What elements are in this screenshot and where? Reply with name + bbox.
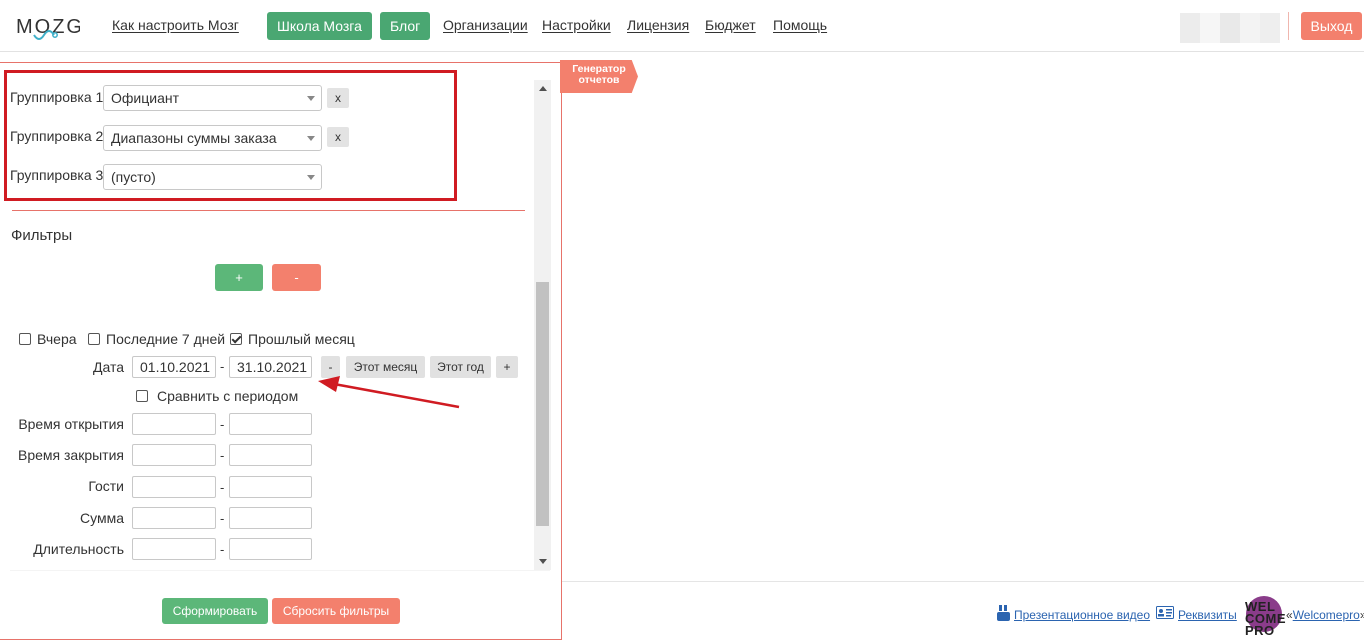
partner-credit: «Welcomepro» [1286, 608, 1364, 622]
section-divider [12, 210, 525, 211]
last-month-label: Прошлый месяц [248, 331, 355, 347]
groupings-highlight-box [4, 70, 457, 201]
sum-to-input[interactable] [229, 507, 312, 529]
youtube-icon [997, 605, 1010, 621]
sum-label: Сумма [80, 510, 124, 526]
top-header: MOZG Как настроить Мозг Школа Мозга Блог… [0, 0, 1364, 52]
open-time-to-input[interactable] [229, 413, 312, 435]
close-time-to-input[interactable] [229, 444, 312, 466]
guests-label: Гости [88, 478, 124, 494]
range-separator: - [220, 542, 225, 557]
partner-suffix: » [1360, 608, 1364, 622]
id-card-icon [1156, 606, 1174, 619]
date-separator: - [220, 359, 225, 374]
report-generator-tab[interactable]: Генератор отчетов [560, 60, 638, 93]
nav-link-budget[interactable]: Бюджет [705, 17, 756, 33]
last-month-checkbox[interactable] [230, 333, 242, 345]
open-time-label: Время открытия [18, 416, 124, 432]
range-separator: - [220, 511, 225, 526]
date-label: Дата [92, 359, 124, 375]
logo-text: MOZG [16, 16, 80, 38]
nav-link-settings[interactable]: Настройки [542, 17, 611, 33]
last-7-days-label: Последние 7 дней [106, 331, 226, 347]
annotation-arrow-icon [318, 376, 460, 409]
open-time-from-input[interactable] [132, 413, 216, 435]
welcomepro-link[interactable]: Welcomepro [1293, 608, 1360, 622]
nav-button-blog[interactable]: Блог [380, 12, 431, 40]
footer-divider [562, 581, 1364, 582]
filters-title: Фильтры [11, 227, 73, 244]
mozg-logo[interactable]: MOZG [14, 8, 80, 44]
date-plus-button[interactable]: + [496, 356, 518, 378]
yesterday-label: Вчера [37, 331, 77, 347]
panel-scroll-bottom [10, 570, 550, 571]
range-separator: - [220, 417, 225, 432]
date-to-input[interactable]: 31.10.2021 [229, 356, 312, 378]
last-7-days-checkbox[interactable] [88, 333, 100, 345]
user-name-blurred [1180, 13, 1280, 43]
remove-filter-button[interactable]: - [272, 264, 321, 291]
range-separator: - [220, 480, 225, 495]
compare-period-label: Сравнить с периодом [157, 388, 299, 404]
logout-button[interactable]: Выход [1301, 12, 1362, 40]
presentation-video-link[interactable]: Презентационное видео [1014, 608, 1150, 622]
duration-label: Длительность [33, 541, 124, 557]
guests-from-input[interactable] [132, 476, 216, 498]
close-time-label: Время закрытия [18, 447, 124, 463]
header-divider [1288, 12, 1289, 40]
tab-label-line2: отчетов [578, 74, 620, 86]
reset-filters-button[interactable]: Сбросить фильтры [272, 598, 400, 624]
welcomepro-logo-text: WEL COME PRO [1245, 600, 1286, 638]
generate-report-button[interactable]: Сформировать [162, 598, 268, 624]
yesterday-checkbox[interactable] [19, 333, 31, 345]
nav-link-help[interactable]: Помощь [773, 17, 827, 33]
date-from-input[interactable]: 01.10.2021 [132, 356, 216, 378]
duration-to-input[interactable] [229, 538, 312, 560]
scroll-down-icon[interactable] [539, 559, 547, 564]
partner-prefix: « [1286, 608, 1293, 622]
scroll-up-icon[interactable] [539, 86, 547, 91]
nav-button-school[interactable]: Школа Мозга [267, 12, 372, 40]
sum-from-input[interactable] [132, 507, 216, 529]
duration-from-input[interactable] [132, 538, 216, 560]
compare-period-checkbox[interactable] [136, 390, 148, 402]
requisites-link[interactable]: Реквизиты [1178, 608, 1237, 622]
nav-link-setup[interactable]: Как настроить Мозг [112, 17, 239, 33]
nav-link-license[interactable]: Лицензия [627, 17, 689, 33]
close-time-from-input[interactable] [132, 444, 216, 466]
guests-to-input[interactable] [229, 476, 312, 498]
nav-link-organizations[interactable]: Организации [443, 17, 528, 33]
panel-scrollbar-thumb[interactable] [536, 282, 549, 526]
wc-line-3: PRO [1245, 623, 1275, 638]
add-filter-button[interactable]: + [215, 264, 263, 291]
range-separator: - [220, 448, 225, 463]
